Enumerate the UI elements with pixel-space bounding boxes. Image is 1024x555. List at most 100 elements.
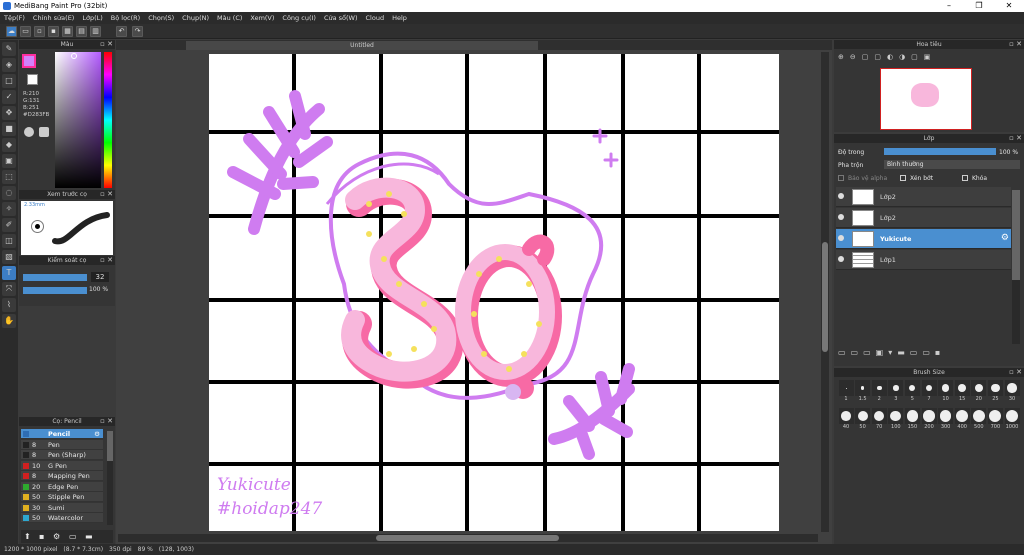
save-icon[interactable]: ▪ bbox=[48, 26, 59, 37]
palette-icon[interactable] bbox=[24, 127, 34, 137]
close-icon[interactable]: ▫ ✕ bbox=[1009, 134, 1022, 143]
brush-size-option[interactable]: 2 bbox=[871, 380, 887, 402]
layer-item[interactable]: Lớp2 bbox=[836, 208, 1011, 228]
brush-size-option[interactable]: 7 bbox=[921, 380, 937, 402]
close-icon[interactable]: ▫ ✕ bbox=[100, 417, 113, 426]
layer-item[interactable]: Yukicute ⚙ bbox=[836, 229, 1011, 249]
navigator-zoom-controls[interactable]: ⊕⊖▢▢◐◑▢▣ bbox=[838, 53, 936, 61]
menu-item[interactable]: Công cụ(I) bbox=[278, 12, 320, 24]
pen-select-icon[interactable]: ✐ bbox=[2, 218, 16, 232]
text-tool-icon[interactable]: T bbox=[2, 266, 16, 280]
visibility-eye-icon[interactable] bbox=[838, 235, 844, 241]
foreground-color-swatch[interactable] bbox=[22, 54, 36, 68]
menu-item[interactable]: Xem(V) bbox=[246, 12, 278, 24]
close-icon[interactable]: ▫ ✕ bbox=[1009, 368, 1022, 377]
brush-list-item[interactable]: 8 Pen (Sharp) bbox=[21, 450, 103, 460]
menu-item[interactable]: Help bbox=[388, 12, 411, 24]
brush-settings-icon[interactable]: ⚙ bbox=[53, 532, 60, 541]
lock-checkbox[interactable] bbox=[962, 175, 968, 181]
background-color-swatch[interactable] bbox=[27, 74, 38, 85]
close-icon[interactable]: ▫ ✕ bbox=[100, 40, 113, 49]
visibility-eye-icon[interactable] bbox=[838, 214, 844, 220]
new-file-icon[interactable]: ▭ bbox=[20, 26, 31, 37]
drawing-canvas[interactable]: Yukicute #hoidap247 bbox=[209, 54, 779, 531]
size-value[interactable]: 32 bbox=[91, 272, 109, 282]
brush-list-item[interactable]: 8 Mapping Pen bbox=[21, 471, 103, 481]
add-brush-icon[interactable]: ⬆ bbox=[24, 532, 31, 541]
minimize-button[interactable]: – bbox=[934, 0, 964, 12]
brush-size-option[interactable]: 150 bbox=[904, 408, 920, 430]
maximize-button[interactable]: ❐ bbox=[964, 0, 994, 12]
gradient-tool-icon[interactable]: ▣ bbox=[2, 154, 16, 168]
brush-size-option[interactable]: 300 bbox=[938, 408, 954, 430]
horizontal-scrollbar[interactable] bbox=[118, 534, 818, 542]
brush-size-option[interactable]: 70 bbox=[871, 408, 887, 430]
fill-rect-icon[interactable]: ■ bbox=[2, 122, 16, 136]
menu-item[interactable]: Bộ lọc(R) bbox=[107, 12, 144, 24]
copy-brush-icon[interactable]: ▭ bbox=[69, 532, 77, 541]
navigator-thumbnail[interactable] bbox=[880, 68, 972, 130]
undo-icon[interactable]: ↶ bbox=[116, 26, 127, 37]
clip-checkbox[interactable] bbox=[900, 175, 906, 181]
menu-item[interactable]: Màu (C) bbox=[213, 12, 246, 24]
layer-item[interactable]: Lớp1 bbox=[836, 250, 1011, 270]
marquee-tool-icon[interactable]: ⬚ bbox=[2, 170, 16, 184]
layer-opacity-slider[interactable] bbox=[884, 148, 996, 155]
size-slider[interactable] bbox=[23, 274, 87, 281]
brush-size-option[interactable]: 25 bbox=[987, 380, 1003, 402]
brush-size-option[interactable]: 100 bbox=[888, 408, 904, 430]
brush-size-option[interactable]: 3 bbox=[888, 380, 904, 402]
brush-list-item[interactable]: 8 Pen bbox=[21, 439, 103, 450]
brush-size-option[interactable]: 200 bbox=[921, 408, 937, 430]
layer-settings-icon[interactable]: ⚙ bbox=[1001, 233, 1009, 243]
select-tool-icon[interactable]: ✓ bbox=[2, 90, 16, 104]
brush-size-option[interactable]: 40 bbox=[838, 408, 854, 430]
brush-size-option[interactable]: 1.5 bbox=[855, 380, 871, 402]
close-icon[interactable]: ▫ ✕ bbox=[100, 256, 113, 265]
tab-untitled[interactable]: Untitled bbox=[186, 41, 538, 50]
cloud-icon[interactable]: ☁ bbox=[6, 26, 17, 37]
hand-tool-icon[interactable]: ✋ bbox=[2, 314, 16, 328]
brush-size-option[interactable]: 20 bbox=[971, 380, 987, 402]
protect-alpha-checkbox[interactable] bbox=[838, 175, 844, 181]
brush-list-item[interactable]: 50 Watercolor bbox=[21, 513, 103, 523]
brush-size-option[interactable]: 10 bbox=[938, 380, 954, 402]
menu-item[interactable]: Tệp(F) bbox=[0, 12, 29, 24]
move-tool-icon[interactable]: ✥ bbox=[2, 106, 16, 120]
operation-tool-icon[interactable]: ⤧ bbox=[2, 282, 16, 296]
brush-size-option[interactable]: 400 bbox=[954, 408, 970, 430]
brush-size-option[interactable]: 500 bbox=[971, 408, 987, 430]
visibility-eye-icon[interactable] bbox=[838, 256, 844, 262]
brush-size-option[interactable]: 5 bbox=[904, 380, 920, 402]
brush-size-option[interactable]: 1000 bbox=[1004, 408, 1020, 430]
menu-item[interactable]: Chỉnh sửa(E) bbox=[29, 12, 78, 24]
brush-list-item[interactable]: 10 G Pen bbox=[21, 460, 103, 471]
brush-size-option[interactable]: 30 bbox=[1004, 380, 1020, 402]
blend-mode-select[interactable]: Bình thường bbox=[884, 160, 1020, 169]
brush-size-option[interactable]: 1 bbox=[838, 380, 854, 402]
eyedropper-icon[interactable]: ⌇ bbox=[2, 298, 16, 312]
layer-list-scrollbar[interactable] bbox=[1012, 190, 1020, 344]
picker-cursor[interactable] bbox=[71, 53, 77, 59]
delete-brush-icon[interactable]: ▪ bbox=[39, 532, 44, 541]
divide-tool-icon[interactable]: ◫ bbox=[2, 234, 16, 248]
brush-size-option[interactable]: 15 bbox=[954, 380, 970, 402]
opacity-slider[interactable] bbox=[23, 287, 87, 294]
chat-icon[interactable]: ▫ bbox=[34, 26, 45, 37]
eraser-tool-icon[interactable]: ◈ bbox=[2, 58, 16, 72]
folder-icon[interactable]: ▬ bbox=[85, 532, 93, 541]
brush-settings-icon[interactable]: ⚙ bbox=[94, 429, 100, 439]
saturation-value-picker[interactable] bbox=[55, 52, 101, 188]
brush-list-item[interactable]: 30 Sumi bbox=[21, 502, 103, 513]
page-icon[interactable]: ▤ bbox=[76, 26, 87, 37]
fill-tool-icon[interactable]: ▧ bbox=[2, 250, 16, 264]
lasso-tool-icon[interactable]: ◌ bbox=[2, 186, 16, 200]
close-icon[interactable]: ▫ ✕ bbox=[1009, 40, 1022, 49]
menu-item[interactable]: Cloud bbox=[362, 12, 389, 24]
brush-list-scrollbar[interactable] bbox=[107, 431, 113, 525]
brush-size-option[interactable]: 700 bbox=[987, 408, 1003, 430]
menu-item[interactable]: Cửa sổ(W) bbox=[320, 12, 362, 24]
close-button[interactable]: ✕ bbox=[994, 0, 1024, 12]
visibility-eye-icon[interactable] bbox=[838, 193, 844, 199]
menu-item[interactable]: Chọn(S) bbox=[144, 12, 178, 24]
